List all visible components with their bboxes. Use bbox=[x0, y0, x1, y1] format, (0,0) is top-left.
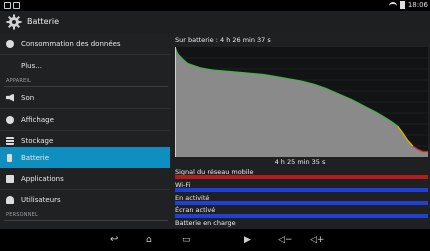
volume-down-icon[interactable]: ◁− bbox=[278, 235, 292, 245]
notification-icon bbox=[4, 2, 11, 9]
recent-apps-icon[interactable]: ▭ bbox=[182, 235, 191, 245]
camera-icon[interactable]: ▶ bbox=[244, 235, 251, 245]
sidebar-item-label: Batterie bbox=[21, 153, 50, 162]
sidebar-item-label: Applications bbox=[21, 174, 64, 183]
sidebar-item-data-usage[interactable]: Consommation des données bbox=[0, 33, 170, 54]
sidebar-item-battery[interactable]: Batterie bbox=[0, 147, 170, 168]
sound-icon bbox=[6, 93, 14, 102]
sidebar-item-label: Utilisateurs bbox=[21, 195, 61, 204]
signal-bar-screen bbox=[175, 214, 428, 218]
settings-sidebar: Consommation des données Plus... APPAREI… bbox=[0, 33, 170, 229]
sidebar-item-users[interactable]: Utilisateurs bbox=[0, 189, 170, 210]
header-underline bbox=[4, 220, 168, 221]
display-icon bbox=[6, 115, 14, 124]
settings-gear-icon[interactable] bbox=[6, 14, 22, 30]
signal-label-screen: Écran activé bbox=[175, 206, 216, 214]
sidebar-item-applications[interactable]: Applications bbox=[0, 168, 170, 189]
sidebar-item-label: Consommation des données bbox=[21, 39, 121, 48]
sidebar-item-label: Plus... bbox=[21, 61, 42, 70]
battery-history-chart bbox=[175, 47, 428, 157]
battery-status-icon bbox=[399, 1, 405, 9]
content-area: Consommation des données Plus... APPAREI… bbox=[0, 33, 430, 229]
signal-bar-wifi bbox=[175, 188, 428, 192]
sidebar-item-label: Stockage bbox=[21, 136, 54, 145]
status-bar: 18:06 bbox=[0, 0, 430, 11]
section-header-personal: PERSONNEL bbox=[6, 212, 38, 218]
status-icons: 18:06 bbox=[388, 1, 428, 9]
data-usage-icon bbox=[6, 39, 14, 48]
signal-bar-mobile bbox=[175, 175, 428, 179]
battery-icon bbox=[7, 153, 12, 162]
back-icon[interactable]: ↩ bbox=[110, 235, 118, 245]
sidebar-item-label: Son bbox=[21, 93, 35, 102]
battery-panel: Sur batterie : 4 h 26 min 37 s 4 h 25 mi… bbox=[170, 33, 430, 229]
navigation-bar: ↩ ⌂ ▭ ▶ ◁− ◁+ bbox=[0, 229, 430, 251]
sidebar-item-more[interactable]: Plus... bbox=[0, 55, 170, 76]
signal-bar-active bbox=[175, 201, 428, 205]
clock: 18:06 bbox=[407, 1, 428, 9]
action-bar: Batterie bbox=[0, 11, 430, 33]
sidebar-item-sound[interactable]: Son bbox=[0, 87, 170, 108]
storage-icon bbox=[6, 136, 14, 145]
apps-icon bbox=[6, 174, 14, 183]
volume-up-icon[interactable]: ◁+ bbox=[310, 235, 324, 245]
duration-label: 4 h 25 min 35 s bbox=[274, 158, 326, 166]
on-battery-label: Sur batterie : 4 h 26 min 37 s bbox=[175, 36, 271, 44]
users-icon bbox=[6, 195, 14, 204]
sidebar-item-label: Affichage bbox=[21, 115, 54, 124]
notification-icon bbox=[13, 2, 20, 9]
wifi-icon bbox=[388, 2, 397, 8]
section-header-device: APPAREIL bbox=[6, 78, 32, 84]
signal-label-charging: Batterie en charge bbox=[175, 219, 236, 227]
home-icon[interactable]: ⌂ bbox=[146, 235, 152, 245]
page-title: Batterie bbox=[27, 17, 60, 26]
sidebar-item-display[interactable]: Affichage bbox=[0, 109, 170, 130]
